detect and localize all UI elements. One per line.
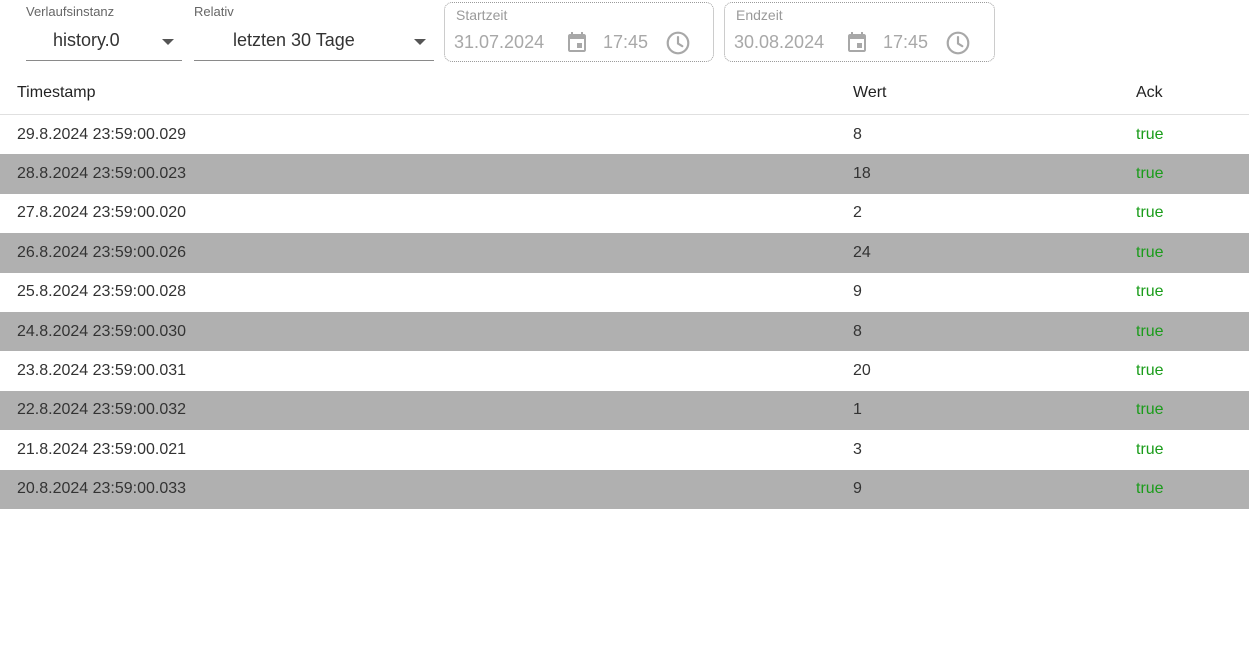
timestamp-cell: 26.8.2024 23:59:00.026 [0,233,853,273]
start-time-label: Startzeit [456,7,508,23]
table-row[interactable]: 21.8.2024 23:59:00.021 3 true [0,430,1249,470]
ack-cell: true [1136,233,1249,273]
timestamp-cell: 24.8.2024 23:59:00.030 [0,311,853,352]
value-cell: 3 [853,430,1136,470]
table-row[interactable]: 24.8.2024 23:59:00.030 8 true [0,311,1249,352]
history-instance-select[interactable]: Verlaufsinstanz history.0 [26,0,182,61]
relative-range-value[interactable]: letzten 30 Tage [233,30,355,51]
table-row[interactable]: 26.8.2024 23:59:00.026 24 true [0,233,1249,273]
ack-cell: true [1136,469,1249,509]
filter-toolbar: Verlaufsinstanz history.0 Relativ letzte… [0,0,1249,70]
chevron-down-icon[interactable] [414,39,426,45]
table-header-row: Timestamp Wert Ack [0,71,1249,115]
table-row[interactable]: 28.8.2024 23:59:00.023 18 true [0,154,1249,194]
history-instance-label: Verlaufsinstanz [26,4,115,19]
ack-cell: true [1136,272,1249,312]
value-cell: 8 [853,114,1136,155]
calendar-icon[interactable] [565,30,589,54]
ack-cell: true [1136,154,1249,194]
end-time-group: Endzeit 30.08.2024 17:45 [724,2,995,62]
chevron-down-icon[interactable] [162,39,174,45]
end-date-field[interactable]: 30.08.2024 [734,32,824,53]
clock-icon[interactable] [665,30,691,56]
value-cell: 9 [853,272,1136,312]
timestamp-cell: 25.8.2024 23:59:00.028 [0,272,853,312]
start-date-field[interactable]: 31.07.2024 [454,32,544,53]
table-row[interactable]: 29.8.2024 23:59:00.029 8 true [0,114,1249,155]
column-header-timestamp[interactable]: Timestamp [0,71,853,115]
start-time-group: Startzeit 31.07.2024 17:45 [444,2,714,62]
ack-cell: true [1136,351,1249,391]
value-cell: 9 [853,469,1136,509]
ack-cell: true [1136,311,1249,352]
timestamp-cell: 29.8.2024 23:59:00.029 [0,114,853,155]
start-time-field[interactable]: 17:45 [603,32,648,53]
clock-icon[interactable] [945,30,971,56]
value-cell: 18 [853,154,1136,194]
table-row[interactable]: 25.8.2024 23:59:00.028 9 true [0,272,1249,312]
timestamp-cell: 28.8.2024 23:59:00.023 [0,154,853,194]
ack-cell: true [1136,193,1249,234]
calendar-icon[interactable] [845,30,869,54]
value-cell: 24 [853,233,1136,273]
table-row[interactable]: 27.8.2024 23:59:00.020 2 true [0,193,1249,234]
history-instance-value[interactable]: history.0 [53,30,120,51]
timestamp-cell: 20.8.2024 23:59:00.033 [0,469,853,509]
end-time-label: Endzeit [736,7,783,23]
ack-cell: true [1136,390,1249,431]
ack-cell: true [1136,114,1249,155]
history-table: Timestamp Wert Ack 29.8.2024 23:59:00.02… [0,71,1249,509]
timestamp-cell: 27.8.2024 23:59:00.020 [0,193,853,234]
end-time-field[interactable]: 17:45 [883,32,928,53]
value-cell: 20 [853,351,1136,391]
table-row[interactable]: 23.8.2024 23:59:00.031 20 true [0,351,1249,391]
table-row[interactable]: 22.8.2024 23:59:00.032 1 true [0,390,1249,431]
value-cell: 1 [853,390,1136,431]
timestamp-cell: 22.8.2024 23:59:00.032 [0,390,853,431]
column-header-value[interactable]: Wert [853,71,1136,115]
relative-range-select[interactable]: Relativ letzten 30 Tage [194,0,434,61]
ack-cell: true [1136,430,1249,470]
value-cell: 8 [853,311,1136,352]
column-header-ack[interactable]: Ack [1136,71,1249,115]
table-row[interactable]: 20.8.2024 23:59:00.033 9 true [0,469,1249,509]
value-cell: 2 [853,193,1136,234]
relative-range-label: Relativ [194,4,234,19]
timestamp-cell: 21.8.2024 23:59:00.021 [0,430,853,470]
timestamp-cell: 23.8.2024 23:59:00.031 [0,351,853,391]
